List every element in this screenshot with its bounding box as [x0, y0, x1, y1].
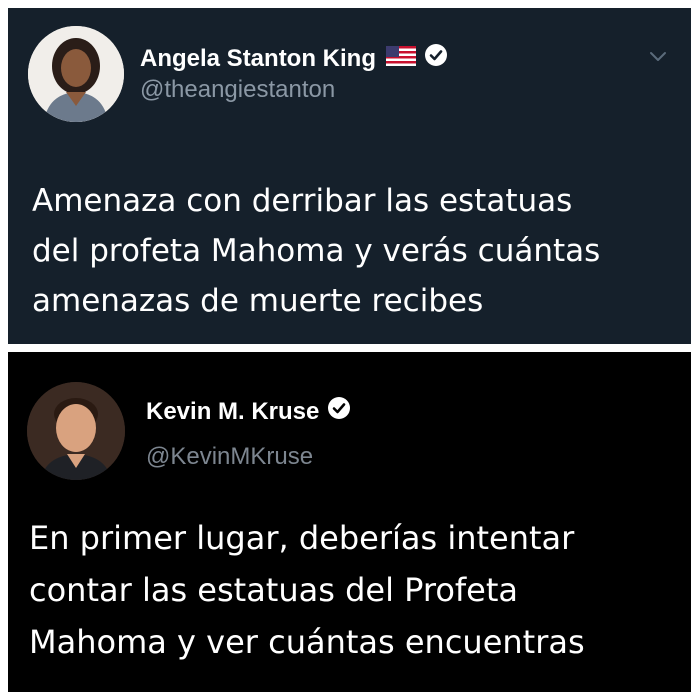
avatar-image-icon [27, 382, 125, 480]
avatar[interactable] [27, 382, 125, 480]
us-flag-icon [386, 45, 416, 73]
display-name-text: Angela Stanton King [140, 44, 376, 72]
user-handle[interactable]: @theangiestanton [140, 76, 335, 104]
display-name[interactable]: Angela Stanton King [140, 43, 448, 74]
tweet-text: En primer lugar, deberías intentar conta… [29, 519, 585, 661]
chevron-down-icon[interactable] [649, 50, 667, 68]
display-name-text: Kevin M. Kruse [146, 397, 320, 425]
avatar-image-icon [28, 26, 124, 122]
tweet-card-2[interactable]: Kevin M. Kruse @KevinMKruse En primer lu… [8, 352, 691, 692]
user-handle[interactable]: @KevinMKruse [146, 443, 313, 471]
avatar[interactable] [28, 26, 124, 122]
verified-badge-icon [327, 396, 351, 427]
display-name[interactable]: Kevin M. Kruse [146, 396, 351, 427]
verified-badge-icon [424, 43, 448, 74]
tweet-text: Amenaza con derribar las estatuas del pr… [32, 183, 601, 319]
tweet-card-1[interactable]: Angela Stanton King @theangiestanton Ame… [8, 8, 691, 344]
